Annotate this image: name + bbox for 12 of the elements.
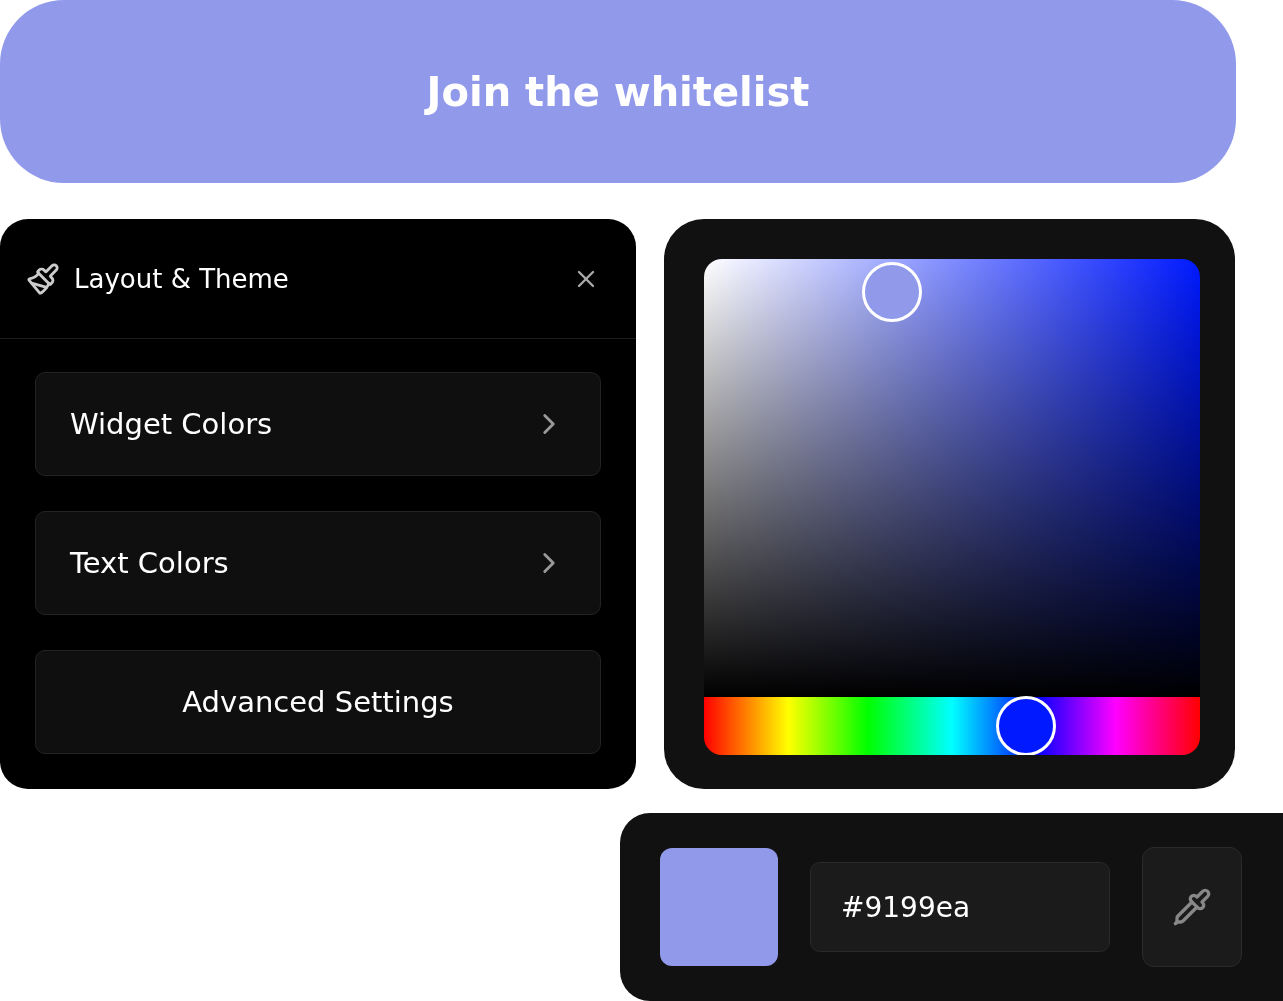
- menu-item[interactable]: Text Colors: [35, 511, 601, 615]
- panel-title: Layout & Theme: [74, 263, 290, 294]
- hue-thumb[interactable]: [996, 696, 1057, 755]
- color-area[interactable]: [704, 259, 1200, 697]
- eyedropper-button[interactable]: [1142, 847, 1242, 967]
- hex-input-field[interactable]: #9199ea: [810, 862, 1110, 952]
- hue-slider[interactable]: [704, 697, 1200, 755]
- color-thumb[interactable]: [862, 262, 922, 322]
- settings-button[interactable]: Advanced Settings: [35, 650, 601, 754]
- brush-icon: [26, 261, 60, 296]
- eyedropper-icon: [1172, 887, 1212, 927]
- menu-item[interactable]: Widget Colors: [35, 372, 601, 476]
